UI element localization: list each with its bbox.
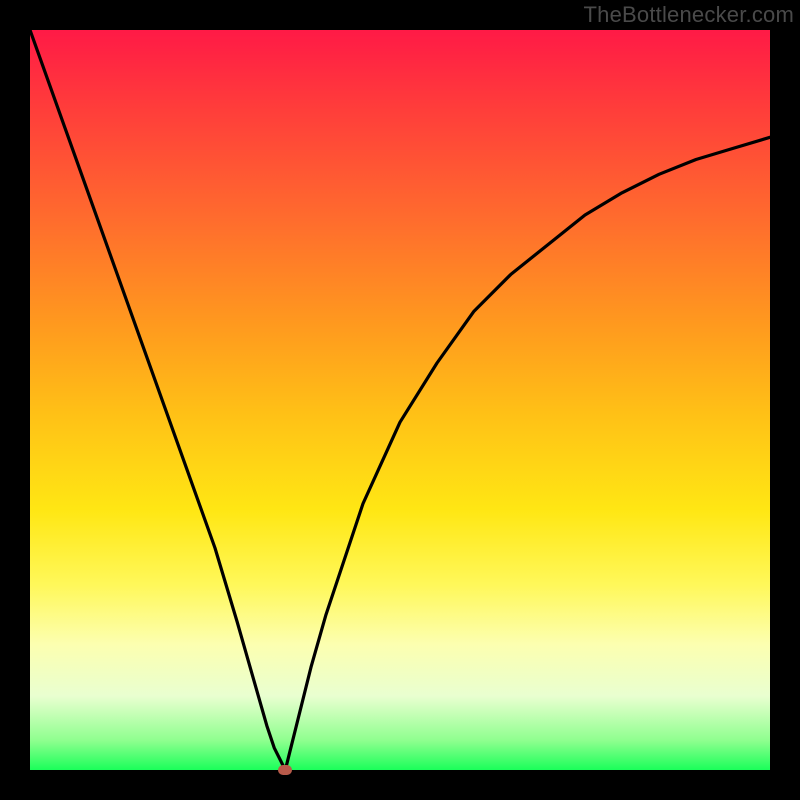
plot-area bbox=[30, 30, 770, 770]
curve-path bbox=[30, 30, 770, 770]
chart-frame: TheBottlenecker.com bbox=[0, 0, 800, 800]
watermark-text: TheBottlenecker.com bbox=[584, 2, 794, 28]
bottleneck-curve bbox=[30, 30, 770, 770]
minimum-marker bbox=[278, 765, 292, 775]
